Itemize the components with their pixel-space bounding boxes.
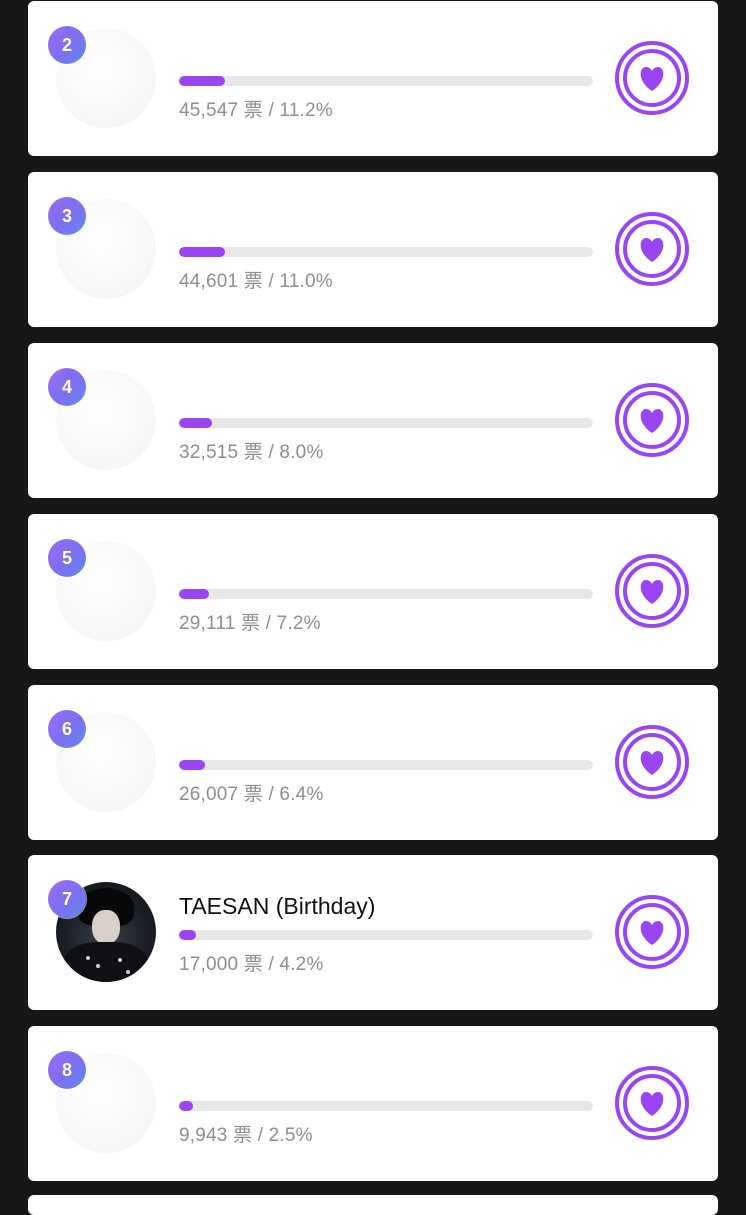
vote-stats: 17,000 票 / 4.2% xyxy=(179,954,324,975)
ranking-card: 4 32,515 票 / 8.0% xyxy=(28,343,718,498)
heart-icon xyxy=(615,383,689,457)
vote-progress-bar xyxy=(179,76,593,86)
vote-button[interactable] xyxy=(615,212,689,286)
heart-icon xyxy=(615,554,689,628)
vote-progress-bar xyxy=(179,760,593,770)
heart-icon xyxy=(615,212,689,286)
rank-badge: 3 xyxy=(48,197,86,235)
vote-progress-bar xyxy=(179,1101,593,1111)
vote-stats: 9,943 票 / 2.5% xyxy=(179,1125,313,1146)
vote-button[interactable] xyxy=(615,41,689,115)
next-ranking-card xyxy=(28,1195,718,1215)
ranking-card: 3 44,601 票 / 11.0% xyxy=(28,172,718,327)
rank-badge: 8 xyxy=(48,1051,86,1089)
vote-progress-bar xyxy=(179,247,593,257)
vote-progress-bar xyxy=(179,930,593,940)
ranking-card: 6 26,007 票 / 6.4% xyxy=(28,685,718,840)
rank-badge: 5 xyxy=(48,539,86,577)
heart-icon xyxy=(615,895,689,969)
vote-stats: 26,007 票 / 6.4% xyxy=(179,784,324,805)
vote-progress-fill xyxy=(179,760,205,770)
vote-button[interactable] xyxy=(615,383,689,457)
heart-icon xyxy=(615,41,689,115)
rank-badge: 2 xyxy=(48,26,86,64)
vote-button[interactable] xyxy=(615,895,689,969)
vote-progress-fill xyxy=(179,76,225,86)
vote-progress-bar xyxy=(179,589,593,599)
vote-button[interactable] xyxy=(615,554,689,628)
vote-progress-fill xyxy=(179,1101,193,1111)
vote-progress-bar xyxy=(179,418,593,428)
rank-badge: 4 xyxy=(48,368,86,406)
vote-stats: 44,601 票 / 11.0% xyxy=(179,271,333,292)
ranking-card: 8 9,943 票 / 2.5% xyxy=(28,1026,718,1181)
candidate-name: TAESAN (Birthday) xyxy=(179,893,376,919)
heart-icon xyxy=(615,1066,689,1140)
vote-progress-fill xyxy=(179,589,209,599)
ranking-card: 5 29,111 票 / 7.2% xyxy=(28,514,718,669)
vote-stats: 29,111 票 / 7.2% xyxy=(179,613,321,634)
vote-button[interactable] xyxy=(615,1066,689,1140)
ranking-card: 7 TAESAN (Birthday) 17,000 票 / 4.2% xyxy=(28,855,718,1010)
vote-progress-fill xyxy=(179,418,212,428)
vote-progress-fill xyxy=(179,247,225,257)
ranking-card: 2 45,547 票 / 11.2% xyxy=(28,1,718,156)
heart-icon xyxy=(615,725,689,799)
vote-stats: 45,547 票 / 11.2% xyxy=(179,100,333,121)
vote-stats: 32,515 票 / 8.0% xyxy=(179,442,324,463)
rank-badge: 7 xyxy=(48,880,86,918)
vote-progress-fill xyxy=(179,930,196,940)
vote-button[interactable] xyxy=(615,725,689,799)
rank-badge: 6 xyxy=(48,710,86,748)
